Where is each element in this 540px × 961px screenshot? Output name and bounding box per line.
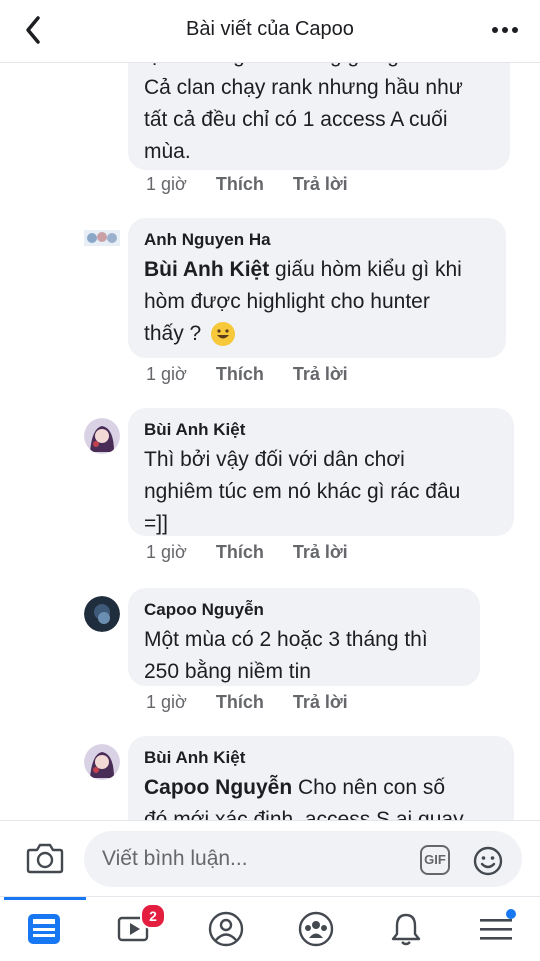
comment-input[interactable] xyxy=(84,831,522,887)
avatar[interactable] xyxy=(84,226,120,250)
page-title: Bài viết của Capoo xyxy=(186,18,354,40)
comment-author[interactable]: Bùi Anh Kiệt xyxy=(144,748,498,768)
like-button[interactable]: Thích xyxy=(216,692,264,712)
comment-author[interactable]: Capoo Nguyễn xyxy=(144,600,464,620)
comment-author[interactable]: Anh Nguyen Ha xyxy=(144,230,490,250)
comment-bubble: Bùi Anh Kiệt Capoo Nguyễn Cho nên con số… xyxy=(128,736,514,820)
comment-text-line: Bùi Anh Kiệt giấu hòm kiểu gì khi xyxy=(144,254,490,286)
comment-text: giấu hòm kiểu gì khi xyxy=(269,258,462,281)
comment-time: 1 giờ xyxy=(146,364,187,384)
reply-button[interactable]: Trả lời xyxy=(293,542,348,562)
like-button[interactable]: Thích xyxy=(216,174,264,194)
emoji-picker-icon[interactable] xyxy=(472,845,504,877)
comment-text-partial: lệ NL đang lên không giống nhau. xyxy=(144,62,494,72)
avatar[interactable] xyxy=(84,744,120,780)
comment-feed[interactable]: lệ NL đang lên không giống nhau. Cả clan… xyxy=(0,62,540,820)
comment-meta: 1 giờ Thích Trả lời xyxy=(146,692,372,713)
comment-text-line: Thì bởi vậy đối với dân chơi xyxy=(144,448,405,471)
reply-button[interactable]: Trả lời xyxy=(293,364,348,384)
comment-bubble: Capoo Nguyễn Một mùa có 2 hoặc 3 tháng t… xyxy=(128,588,480,686)
comment-meta: 1 giờ Thích Trả lời xyxy=(146,542,372,563)
mention-link[interactable]: Capoo Nguyễn xyxy=(144,776,292,799)
more-options-icon[interactable] xyxy=(490,20,520,40)
tab-profile-icon[interactable] xyxy=(206,909,246,949)
bottom-tab-bar: 2 xyxy=(0,896,540,961)
comment-time: 1 giờ xyxy=(146,692,187,712)
comment-text-line: Một mùa có 2 hoặc 3 tháng thì xyxy=(144,628,428,651)
comment-meta: 1 giờ Thích Trả lời xyxy=(146,364,372,385)
comment-text: Cho nên con số xyxy=(292,776,446,799)
comment-bubble: Bùi Anh Kiệt Thì bởi vậy đối với dân chơ… xyxy=(128,408,514,536)
comment-text-line: =]] xyxy=(144,512,168,535)
comment-text-line: hòm được highlight cho hunter xyxy=(144,290,430,313)
like-button[interactable]: Thích xyxy=(216,542,264,562)
tab-news-feed-icon[interactable] xyxy=(24,909,64,949)
camera-icon[interactable] xyxy=(26,841,64,875)
reply-button[interactable]: Trả lời xyxy=(293,174,348,194)
active-tab-indicator xyxy=(4,897,86,900)
top-bar: Bài viết của Capoo xyxy=(0,0,540,63)
comment-author[interactable]: Bùi Anh Kiệt xyxy=(144,420,498,440)
comment-bubble: lệ NL đang lên không giống nhau. Cả clan… xyxy=(128,62,510,170)
tab-groups-icon[interactable] xyxy=(296,909,336,949)
comment-text-line: Capoo Nguyễn Cho nên con số xyxy=(144,772,498,804)
comment-text-line: đó mới xác định, access S ai quay xyxy=(144,808,464,820)
comment-time: 1 giờ xyxy=(146,542,187,562)
reply-button[interactable]: Trả lời xyxy=(293,692,348,712)
grinning-emoji-icon xyxy=(211,322,236,347)
comment-text-line: mùa. xyxy=(144,140,191,163)
like-button[interactable]: Thích xyxy=(216,364,264,384)
mention-link[interactable]: Bùi Anh Kiệt xyxy=(144,258,269,281)
gif-icon[interactable]: GIF xyxy=(420,845,450,875)
comment-meta: 1 giờ Thích Trả lời xyxy=(146,174,372,195)
avatar[interactable] xyxy=(84,596,120,632)
comment-bubble: Anh Nguyen Ha Bùi Anh Kiệt giấu hòm kiểu… xyxy=(128,218,506,358)
comment-text: thấy ? xyxy=(144,322,208,345)
comment-time: 1 giờ xyxy=(146,174,187,194)
video-notification-badge: 2 xyxy=(140,903,166,929)
menu-notification-dot xyxy=(506,909,516,919)
comment-text-line: nghiêm túc em nó khác gì rác đâu xyxy=(144,480,461,503)
avatar[interactable] xyxy=(84,418,120,454)
comment-text-line: 250 bằng niềm tin xyxy=(144,660,311,683)
comment-text-line: tất cả đều chỉ có 1 access A cuối xyxy=(144,108,448,131)
comment-composer: GIF xyxy=(0,820,540,897)
comment-text-line: Cả clan chạy rank nhưng hầu như xyxy=(144,76,463,99)
tab-notifications-icon[interactable] xyxy=(386,909,426,949)
comment-text-line: thấy ? xyxy=(144,318,490,350)
